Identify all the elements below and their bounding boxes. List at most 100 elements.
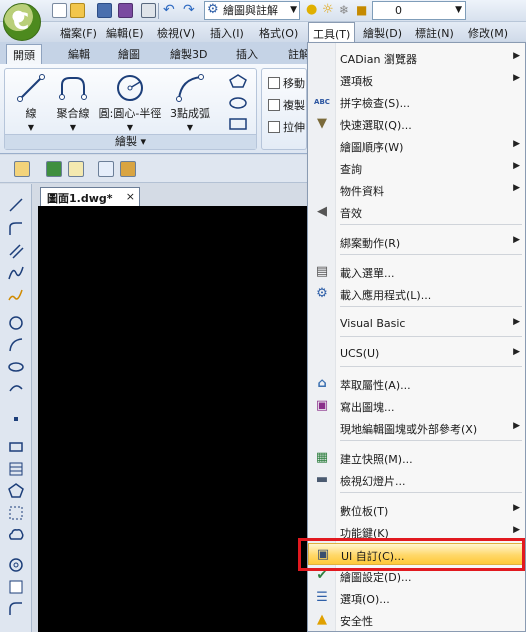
donut-tool-icon[interactable] [7, 556, 25, 574]
draw-group-label[interactable]: 繪製 ▾ [5, 134, 256, 149]
move-label: 移動 [283, 77, 305, 90]
stretch-icon [268, 121, 280, 133]
save-as-icon[interactable] [118, 3, 133, 18]
tools-menu-item[interactable]: ⚙ 載入應用程式(L)... [308, 283, 525, 305]
menu-bar: 檔案(F) 編輯(E) 檢視(V) 插入(I) 格式(O) 工具(T) 繪製(D… [0, 22, 526, 42]
tools-menu-item[interactable]: 數位板(T) ▶ [308, 499, 525, 521]
tools-menu-item[interactable]: CADian 瀏覽器 ▶ [308, 47, 525, 69]
multiline-tool-icon[interactable] [7, 242, 25, 260]
menu-insert[interactable]: 插入(I) [210, 25, 244, 41]
rectangle-button[interactable] [223, 117, 253, 133]
quick-access-toolbar: ↶ ↷ ⚙ 繪圖與註解 ▼ ● ☼ ❄ ■ 0 ▼ [0, 0, 526, 22]
undo-icon[interactable]: ↶ [163, 3, 178, 18]
clipboard-icon[interactable] [120, 161, 136, 177]
hatch-tool-icon[interactable] [7, 460, 25, 478]
layer-select[interactable]: 0 ▼ [372, 1, 466, 20]
polygon-button[interactable] [223, 73, 253, 91]
properties-icon[interactable] [14, 161, 30, 177]
tools-menu-item[interactable]: ⌂ 萃取屬性(A)... [308, 373, 525, 395]
lock-icon[interactable]: ■ [356, 3, 371, 18]
tools-menu-item[interactable]: ▦ 建立快照(M)... [308, 447, 525, 469]
rectangle-icon [229, 118, 247, 130]
tools-menu-item[interactable]: 現地編輯圖塊或外部參考(X) ▶ [308, 417, 525, 439]
arc-tool-icon[interactable] [7, 336, 25, 354]
tab-insert[interactable]: 插入 [236, 46, 258, 62]
tab-drawing[interactable]: 繪圖 [118, 46, 140, 62]
warning-icon: ▲ [317, 612, 327, 627]
tools-menu-item[interactable]: ▼ 快速選取(Q)... [308, 113, 525, 135]
cloud-tool-icon[interactable] [7, 526, 25, 544]
ellipse-tool-icon[interactable] [7, 358, 25, 376]
arc-3point-button[interactable]: 3點成弧 ▼ [165, 73, 215, 132]
tools-menu-item[interactable]: 物件資料 ▶ [308, 179, 525, 201]
tools-menu-item[interactable]: Visual Basic ▶ [308, 313, 525, 335]
document-tab[interactable]: 圖面1.dwg* × [40, 187, 140, 206]
tab-edit[interactable]: 編輯 [68, 46, 90, 62]
menu-separator [340, 254, 522, 255]
excel-icon[interactable] [46, 161, 62, 177]
tools-menu-item[interactable]: ☰ 選項(O)... [308, 587, 525, 609]
tools-menu-item-label: 查詢 [340, 163, 362, 176]
tools-menu-item[interactable]: 繪圖順序(W) ▶ [308, 135, 525, 157]
drawing-canvas[interactable] [38, 206, 310, 632]
tools-menu-item-label: 載入選單... [340, 267, 395, 280]
stretch-button[interactable]: 拉伸 [268, 119, 305, 135]
circle-center-radius-button[interactable]: 圓:圓心-半徑 ▼ [95, 73, 165, 132]
redo-icon[interactable]: ↷ [183, 3, 198, 18]
filter-icon: ▼ [317, 116, 327, 131]
bulb-icon[interactable]: ● [306, 3, 321, 18]
open-folder-icon[interactable] [70, 3, 85, 18]
close-icon[interactable]: × [126, 190, 135, 203]
menu-format[interactable]: 格式(O) [259, 25, 298, 41]
tools-menu-item[interactable]: ▣ 寫出圖塊... [308, 395, 525, 417]
ellipse-arc-tool-icon[interactable] [7, 380, 25, 398]
menu-tools[interactable]: 工具(T) [308, 22, 356, 42]
application-button[interactable]: C [3, 3, 41, 41]
save-icon[interactable] [97, 3, 112, 18]
tools-menu-item[interactable]: 選項板 ▶ [308, 69, 525, 91]
tools-menu-item[interactable]: UCS(U) ▶ [308, 343, 525, 365]
region-tool-icon[interactable] [7, 504, 25, 522]
menu-dimension[interactable]: 標註(N) [415, 25, 454, 41]
wipeout-tool-icon[interactable] [7, 578, 25, 596]
rectangle-tool-icon[interactable] [7, 438, 25, 456]
spellcheck-icon[interactable] [98, 161, 114, 177]
menu-modify[interactable]: 修改(M) [468, 25, 508, 41]
ellipse-button[interactable] [223, 95, 253, 113]
menu-load-icon: ▤ [315, 264, 329, 279]
menu-view[interactable]: 檢視(V) [157, 25, 195, 41]
tools-menu-item[interactable]: 查詢 ▶ [308, 157, 525, 179]
tab-home[interactable]: 開頭 [6, 44, 42, 64]
tools-menu-item[interactable]: ▬ 檢視幻燈片... [308, 469, 525, 491]
sun-icon[interactable]: ☼ [322, 3, 337, 18]
document-title: 圖面1.dwg* [47, 192, 113, 205]
polyline-button[interactable]: 聚合線 ▼ [51, 73, 95, 132]
sketch-tool-icon[interactable] [7, 286, 25, 304]
tab-draw3d[interactable]: 繪製3D [170, 46, 207, 62]
circle-tool-icon[interactable] [7, 314, 25, 332]
line-tool-icon[interactable] [7, 196, 25, 214]
spline-tool-icon[interactable] [7, 264, 25, 282]
tools-menu-item-label: 快速選取(Q)... [340, 119, 412, 132]
copy-button[interactable]: 複製 [268, 97, 305, 113]
print-icon[interactable] [141, 3, 156, 18]
workspace-select[interactable]: ⚙ 繪圖與註解 ▼ [204, 1, 300, 20]
notes-icon[interactable] [68, 161, 84, 177]
new-file-icon[interactable] [52, 3, 67, 18]
move-button[interactable]: 移動 [268, 75, 305, 91]
tools-menu-item[interactable]: ▲ 安全性 [308, 609, 525, 631]
tools-menu-item[interactable]: ◀ 音效 [308, 201, 525, 223]
menu-separator [340, 336, 522, 337]
polygon-tool-icon[interactable] [7, 482, 25, 500]
point-tool-icon[interactable] [7, 410, 25, 428]
menu-edit[interactable]: 編輯(E) [106, 25, 144, 41]
menu-file[interactable]: 檔案(F) [60, 25, 97, 41]
menu-draw[interactable]: 繪製(D) [363, 25, 402, 41]
fillet-tool-icon[interactable] [7, 600, 25, 618]
polyline-tool-icon[interactable] [7, 220, 25, 238]
freeze-icon[interactable]: ❄ [339, 3, 354, 18]
tools-menu-item[interactable]: ▤ 載入選單... [308, 261, 525, 283]
line-button[interactable]: 線 ▼ [11, 73, 51, 132]
tools-menu-item[interactable]: 綁案動作(R) ▶ [308, 231, 525, 253]
tools-menu-item[interactable]: ABC 拼字檢查(S)... [308, 91, 525, 113]
